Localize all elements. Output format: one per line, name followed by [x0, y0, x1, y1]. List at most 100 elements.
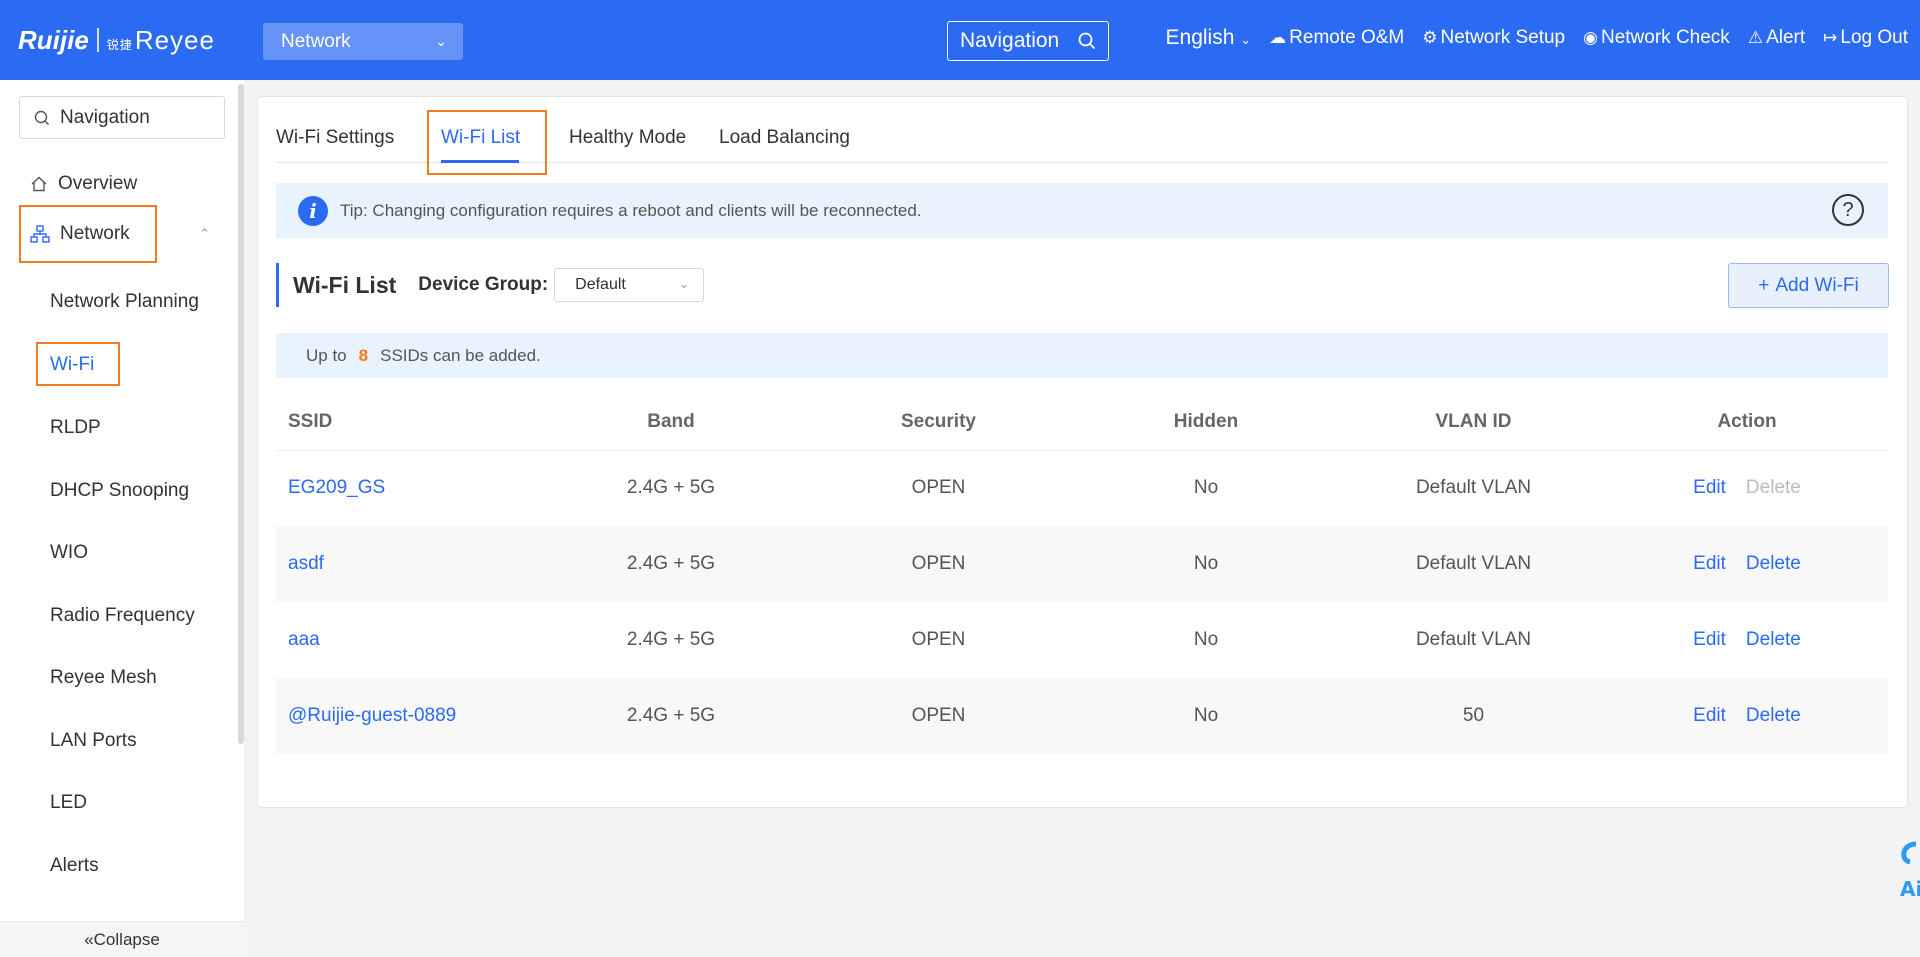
remote-om-link[interactable]: ☁ Remote O&M: [1269, 27, 1404, 49]
svg-text:Ai: Ai: [1900, 877, 1920, 900]
sidebar-item-wio[interactable]: WIO: [0, 535, 238, 571]
top-header: Ruijie 锐捷Reyee Network ⌄ Navigation Engl…: [0, 0, 1920, 80]
network-select[interactable]: Network ⌄: [263, 23, 463, 60]
table-row: EG209_GS 2.4G + 5G OPEN No Default VLAN Edit D…: [276, 450, 1888, 526]
sidebar-item-label: DHCP Snooping: [50, 480, 190, 501]
limit-count: 8: [358, 345, 369, 365]
limit-prefix: Up to: [306, 345, 347, 365]
sidebar-item-network-planning[interactable]: Network Planning: [0, 284, 238, 320]
alert-label: Alert: [1766, 27, 1806, 48]
sidebar-item-label: Wi-Fi: [50, 354, 95, 375]
sidebar-item-lan-ports[interactable]: LAN Ports: [0, 723, 238, 759]
tab-healthy-mode[interactable]: Healthy Mode: [569, 127, 686, 149]
table-row: asdf 2.4G + 5G OPEN No Default VLAN Edit Delet…: [276, 526, 1888, 602]
highlight-box-wifi-list-tab: [427, 110, 547, 175]
logo: Ruijie 锐捷Reyee: [18, 22, 215, 58]
section-title: Wi-Fi List: [293, 271, 397, 298]
col-hidden: Hidden: [1071, 394, 1341, 451]
sidebar-item-label: Network Planning: [50, 291, 199, 312]
setup-icon: ⚙: [1422, 28, 1438, 47]
ssid-link[interactable]: @Ruijie-guest-0889: [276, 678, 536, 754]
header-menu: English ⌄ ☁ Remote O&M ⚙ Network Setup ◉ Ne…: [1166, 26, 1908, 50]
sidebar-item-network[interactable]: Network ⌃: [0, 216, 238, 252]
remote-om-label: Remote O&M: [1289, 27, 1405, 48]
section-accent-bar: [276, 263, 279, 307]
logo-reyee: 锐捷Reyee: [107, 25, 215, 56]
ssid-link[interactable]: EG209_GS: [276, 450, 536, 526]
network-check-link[interactable]: ◉ Network Check: [1583, 27, 1730, 49]
delete-button[interactable]: Delete: [1746, 553, 1801, 575]
vlan-cell: 50: [1341, 678, 1606, 754]
chevron-down-icon: ⌄: [435, 33, 447, 49]
delete-button[interactable]: Delete: [1746, 705, 1801, 727]
sidebar-item-dhcp-snooping[interactable]: DHCP Snooping: [0, 473, 238, 509]
sidebar-item-alerts[interactable]: Alerts: [0, 848, 238, 884]
tab-load-balancing[interactable]: Load Balancing: [719, 127, 850, 149]
sidebar-item-radio-frequency[interactable]: Radio Frequency: [0, 598, 238, 634]
plus-icon: +: [1758, 274, 1770, 296]
network-setup-label: Network Setup: [1440, 27, 1566, 48]
assistant-float-icon[interactable]: Ai: [1890, 840, 1920, 901]
alert-link[interactable]: ⚠ Alert: [1748, 27, 1805, 49]
band-cell: 2.4G + 5G: [536, 678, 806, 754]
table-row: @Ruijie-guest-0889 2.4G + 5G OPEN No 50 Edit D…: [276, 678, 1888, 754]
action-cell: Edit Delete: [1606, 526, 1888, 602]
network-setup-link[interactable]: ⚙ Network Setup: [1422, 27, 1565, 49]
band-cell: 2.4G + 5G: [626, 477, 716, 499]
edit-button[interactable]: Edit: [1693, 477, 1726, 499]
alarm-icon: ⚠: [1747, 28, 1764, 47]
hidden-cell: No: [1193, 477, 1219, 499]
delete-button: Delete: [1745, 477, 1801, 499]
add-wifi-button[interactable]: + Add Wi-Fi: [1728, 263, 1889, 308]
delete-button[interactable]: Delete: [1746, 629, 1801, 651]
logout-link[interactable]: ↦ Log Out: [1823, 27, 1908, 49]
security-cell: OPEN: [911, 629, 966, 650]
vlan-cell: Default VLAN: [1415, 477, 1532, 499]
sidebar-item-rldp[interactable]: RLDP: [0, 410, 238, 446]
ssid-limit-banner: Up to 8 SSIDs can be added.: [276, 333, 1888, 378]
band-cell: 2.4G + 5G: [536, 526, 806, 602]
col-security: Security: [806, 394, 1071, 451]
navigation-button[interactable]: Navigation: [947, 21, 1109, 61]
sidebar-item-wifi[interactable]: Wi-Fi: [0, 347, 238, 383]
sidebar-item-label: Network: [60, 223, 130, 244]
hidden-cell: No: [1071, 678, 1341, 754]
table-header-row: SSID Band Security Hidden VLAN ID Action: [276, 394, 1888, 451]
device-group-label: Device Group:: [418, 274, 549, 295]
vlan-cell: Default VLAN: [1415, 629, 1532, 650]
sidebar-item-reyee-mesh[interactable]: Reyee Mesh: [0, 660, 238, 696]
ssid-link[interactable]: aaa: [276, 602, 536, 678]
sidebar-item-label: WIO: [50, 542, 88, 563]
edit-button[interactable]: Edit: [1693, 629, 1726, 651]
sidebar-scrollbar[interactable]: [238, 84, 244, 744]
limit-suffix: SSIDs can be added.: [380, 345, 541, 365]
table-row: aaa 2.4G + 5G OPEN No Default VLAN Edit Delete: [276, 602, 1888, 678]
tab-wifi-settings[interactable]: Wi-Fi Settings: [276, 127, 394, 149]
add-wifi-label: Add Wi-Fi: [1775, 274, 1859, 296]
logo-reyee-small: 锐捷: [106, 37, 133, 52]
network-tree-icon: [30, 225, 50, 243]
sidebar-item-led[interactable]: LED: [0, 785, 238, 821]
language-select[interactable]: English ⌄: [1166, 26, 1252, 50]
action-group: Edit Delete: [1693, 477, 1801, 499]
sidebar-item-label: Alerts: [50, 855, 99, 876]
sidebar-search-input[interactable]: Navigation: [19, 96, 225, 139]
ssid-link[interactable]: asdf: [276, 526, 536, 602]
col-action: Action: [1606, 394, 1888, 451]
edit-button[interactable]: Edit: [1693, 705, 1726, 727]
main-card: Wi-Fi Settings Wi-Fi List Healthy Mode L…: [257, 96, 1908, 808]
sidebar-item-label: LAN Ports: [50, 730, 137, 751]
action-cell: Edit Delete: [1606, 450, 1888, 526]
collapse-button[interactable]: «Collapse: [0, 921, 244, 957]
edit-button[interactable]: Edit: [1693, 553, 1726, 575]
cloud-icon: ☁: [1269, 28, 1287, 47]
chevron-down-icon: ⌄: [1240, 32, 1252, 47]
security-cell: OPEN: [806, 526, 1071, 602]
help-icon[interactable]: ?: [1832, 194, 1864, 226]
sidebar-item-label: RLDP: [50, 417, 101, 438]
col-ssid: SSID: [276, 394, 536, 451]
device-group-select[interactable]: Default ⌄: [554, 268, 705, 302]
sidebar-item-overview[interactable]: Overview: [0, 166, 238, 202]
language-label: English: [1165, 26, 1235, 49]
home-icon: [31, 176, 47, 192]
